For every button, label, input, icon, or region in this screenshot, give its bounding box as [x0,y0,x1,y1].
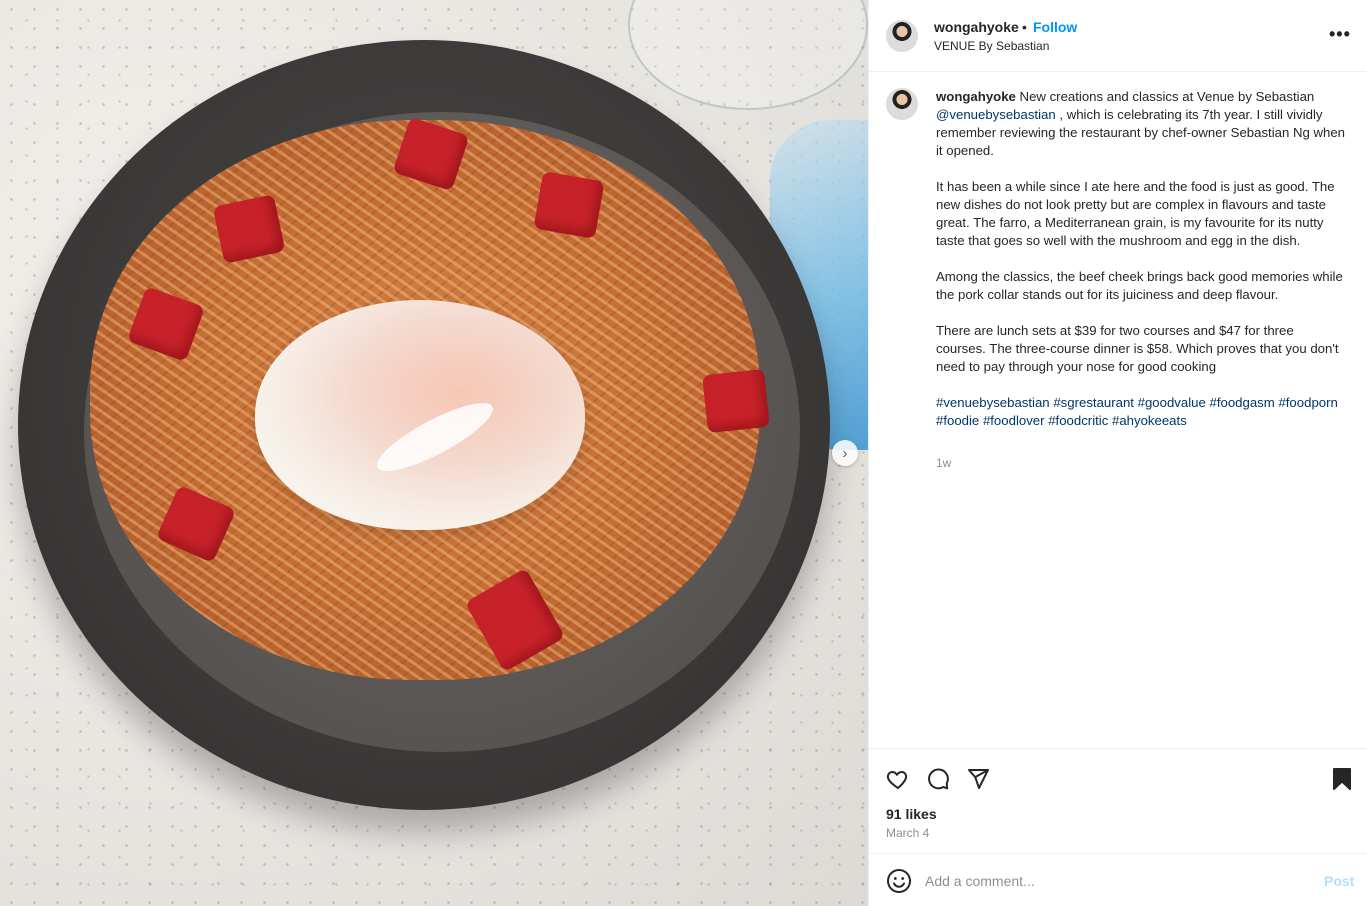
comment-icon[interactable] [924,765,952,793]
comment-bar: Post [869,853,1367,906]
hashtag-link[interactable]: #foodcritic [1048,413,1108,428]
poached-egg [255,300,585,530]
caption: wongahyoke New creations and classics at… [936,88,1346,448]
hashtag-link[interactable]: #venuebysebastian [936,395,1050,410]
carousel-next-button[interactable]: › [832,440,858,466]
more-options-icon[interactable]: ••• [1329,24,1351,45]
hashtag-link[interactable]: #goodvalue [1138,395,1206,410]
follow-button[interactable]: Follow [1033,19,1077,35]
action-bar: 91 likes March 4 [869,748,1367,853]
chevron-right-icon: › [842,444,848,462]
post-sidebar: wongahyoke • Follow VENUE By Sebastian •… [868,0,1367,906]
location-link[interactable]: VENUE By Sebastian [934,39,1049,53]
hashtag-list: #venuebysebastian #sgrestaurant #goodval… [936,394,1346,430]
hashtag-link[interactable]: #sgrestaurant [1053,395,1134,410]
heart-icon[interactable] [884,765,912,793]
hashtag-link[interactable]: #foodie [936,413,979,428]
post-age: 1w [936,456,952,470]
separator-dot: • [1022,19,1027,35]
like-count[interactable]: 91 likes [886,806,937,822]
caption-intro: New creations and classics at Venue by S… [1019,89,1315,104]
caption-paragraph: It has been a while since I ate here and… [936,179,1335,248]
post-header: wongahyoke • Follow VENUE By Sebastian •… [869,0,1367,72]
hashtag-link[interactable]: #foodgasm [1210,395,1275,410]
hashtag-link[interactable]: #foodlover [983,413,1045,428]
caption-username[interactable]: wongahyoke [936,89,1016,104]
share-icon[interactable] [964,765,992,793]
bookmark-icon[interactable] [1328,765,1356,793]
chorizo-piece [702,368,770,434]
caption-paragraph: wongahyoke New creations and classics at… [936,88,1346,160]
post-date: March 4 [886,826,930,840]
caption-paragraph: There are lunch sets at $39 for two cour… [936,323,1339,374]
post-comment-button[interactable]: Post [1324,873,1354,889]
hashtag-link[interactable]: #foodporn [1278,395,1337,410]
post-image[interactable]: › [0,0,868,906]
emoji-icon[interactable] [886,868,912,894]
caption-avatar[interactable] [886,88,918,120]
hashtag-link[interactable]: #ahyokeeats [1112,413,1187,428]
comment-input[interactable] [925,868,1305,894]
mention-link[interactable]: @venuebysebastian [936,107,1056,122]
author-username[interactable]: wongahyoke [934,19,1019,35]
chorizo-piece [533,171,605,239]
caption-paragraph: Among the classics, the beef cheek bring… [936,269,1343,302]
avatar[interactable] [886,20,918,52]
